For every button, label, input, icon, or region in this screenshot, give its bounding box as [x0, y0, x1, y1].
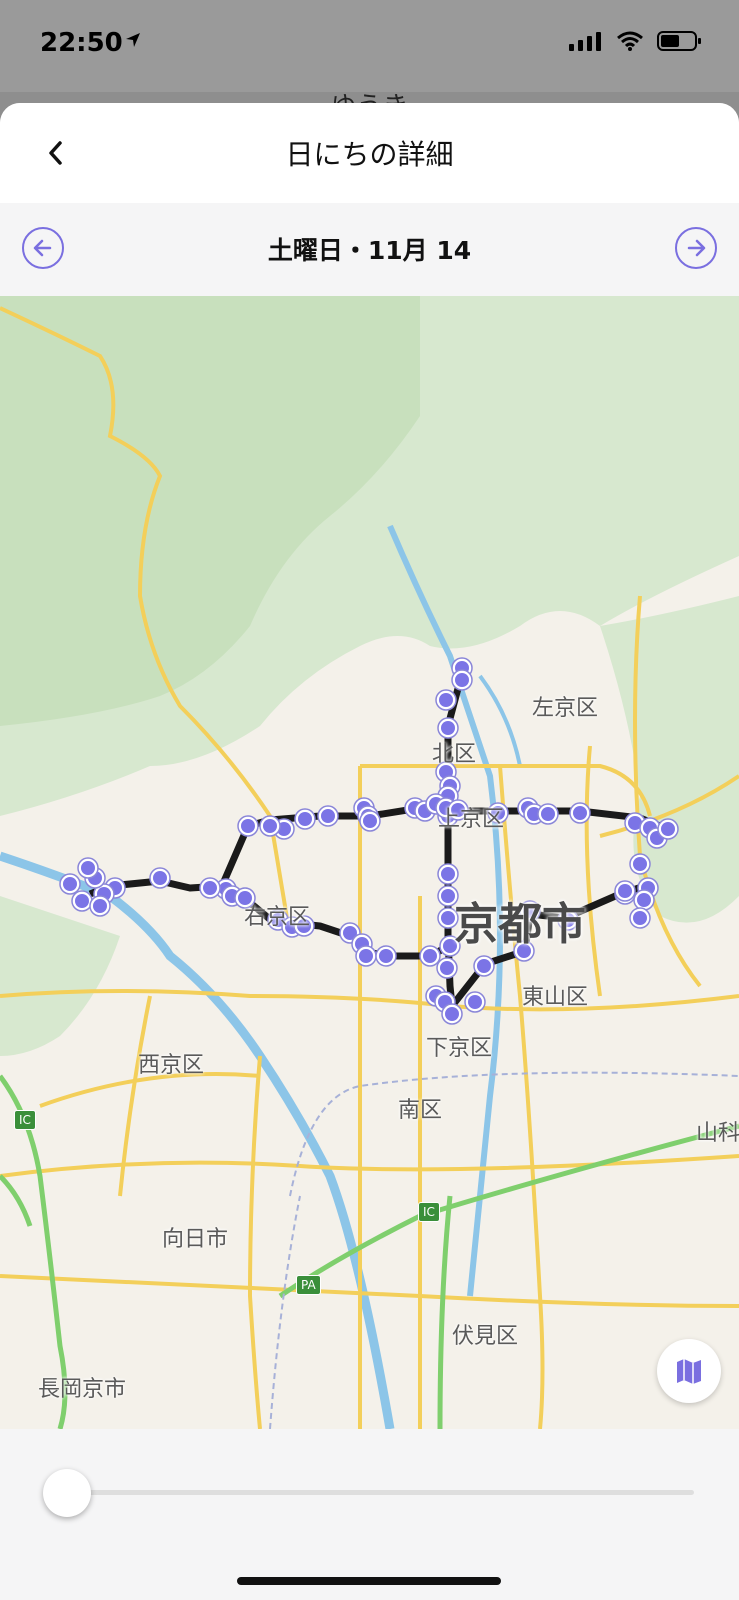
- map-icon: [677, 1359, 701, 1384]
- location-point-fill: [153, 871, 167, 885]
- slider-track[interactable]: [62, 1490, 694, 1495]
- label-kita: 北区: [432, 742, 477, 767]
- signal-icon: [569, 32, 601, 51]
- location-point-fill: [203, 881, 217, 895]
- label-ukyo: 右京区: [244, 905, 311, 930]
- location-point-fill: [93, 899, 107, 913]
- wifi-icon: [617, 31, 643, 51]
- label-yamashina: 山科: [696, 1121, 739, 1146]
- location-point-fill: [455, 673, 469, 687]
- label-higashiyama: 東山区: [522, 985, 589, 1010]
- status-bar: 22:50 ゆうき: [0, 0, 739, 122]
- label-sakyo: 左京区: [532, 696, 599, 721]
- location-point-fill: [637, 893, 651, 907]
- location-point-fill: [81, 861, 95, 875]
- label-nagaokakyo: 長岡京市: [38, 1377, 127, 1402]
- date-navigator: 土曜日・11月 14: [0, 203, 739, 296]
- location-point-fill: [363, 814, 377, 828]
- location-point-fill: [440, 961, 454, 975]
- location-arrow-icon: [126, 33, 140, 47]
- label-kyoto-city: 京都市: [454, 899, 586, 950]
- pa-badge: PA: [296, 1275, 321, 1295]
- location-point-fill: [241, 819, 255, 833]
- timeline-slider[interactable]: [0, 1429, 739, 1600]
- location-point-fill: [63, 877, 77, 891]
- next-day-button[interactable]: [675, 227, 717, 269]
- location-point-fill: [618, 884, 632, 898]
- battery-icon: [657, 31, 701, 51]
- label-minami: 南区: [398, 1098, 443, 1123]
- location-point-fill: [379, 949, 393, 963]
- location-point-fill: [633, 857, 647, 871]
- label-kamigyo: 上京区: [438, 807, 505, 832]
- ic-badge: IC: [418, 1202, 440, 1222]
- label-fushimi: 伏見区: [452, 1324, 519, 1349]
- location-point-fill: [441, 867, 455, 881]
- location-point-fill: [441, 911, 455, 925]
- date-label: 土曜日・11月 14: [267, 236, 472, 265]
- status-time: 22:50: [40, 28, 123, 58]
- location-point-fill: [441, 721, 455, 735]
- location-point-fill: [441, 889, 455, 903]
- location-point-fill: [423, 949, 437, 963]
- nav-header: 日にちの詳細: [0, 103, 739, 204]
- location-point-fill: [439, 693, 453, 707]
- location-point-fill: [298, 812, 312, 826]
- ic-badge: IC: [14, 1110, 36, 1130]
- location-point-fill: [573, 806, 587, 820]
- location-point-fill: [477, 959, 491, 973]
- label-nishikyo: 西京区: [138, 1053, 205, 1078]
- route-map[interactable]: 左京区 北区 上京区 京都市 右京区 東山区 下京区 西京区 南区 山科 向日市…: [0, 296, 739, 1429]
- location-point-fill: [541, 807, 555, 821]
- location-point-fill: [75, 894, 89, 908]
- map-mode-button[interactable]: [657, 1339, 721, 1403]
- location-point-fill: [661, 822, 675, 836]
- location-point-fill: [445, 1007, 459, 1021]
- detail-sheet: 日にちの詳細 土曜日・11月 14 左京区 北区 上京区 京都市 右京区 東山区…: [0, 103, 739, 1600]
- label-muko: 向日市: [162, 1227, 229, 1252]
- route-overlay: [59, 657, 679, 1025]
- page-title: 日にちの詳細: [285, 138, 454, 171]
- location-point-fill: [468, 995, 482, 1009]
- location-point-fill: [263, 819, 277, 833]
- label-shimogyo: 下京区: [426, 1036, 493, 1061]
- arrow-right-icon: [687, 239, 706, 257]
- slider-thumb[interactable]: [43, 1469, 91, 1517]
- location-point-fill: [633, 911, 647, 925]
- location-point-fill: [359, 949, 373, 963]
- location-point-fill: [321, 809, 335, 823]
- home-indicator: [237, 1577, 501, 1585]
